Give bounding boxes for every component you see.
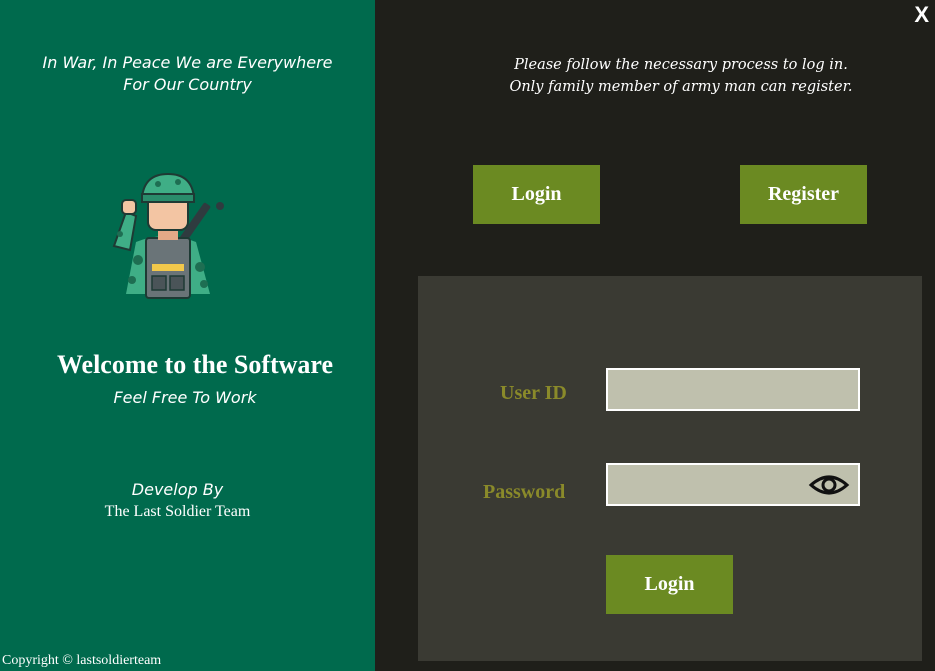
soldier-saluting-icon: [112, 172, 224, 299]
close-icon[interactable]: X: [914, 2, 929, 28]
tagline-line1: In War, In Peace We are Everywhere: [42, 53, 333, 72]
userid-label: User ID: [500, 382, 567, 404]
password-field[interactable]: [606, 463, 860, 506]
login-submit-button[interactable]: Login: [606, 555, 733, 614]
eye-icon[interactable]: [808, 471, 850, 499]
notice-line2: Only family member of army man can regis…: [509, 79, 853, 95]
tagline: In War, In Peace We are Everywhere For O…: [0, 52, 375, 96]
left-panel: In War, In Peace We are Everywhere For O…: [0, 0, 375, 671]
copyright-text: Copyright © lastsoldierteam: [2, 653, 162, 668]
tagline-line2: For Our Country: [123, 75, 252, 94]
welcome-title: Welcome to the Software: [56, 350, 334, 379]
login-form-panel: User ID Password Login: [418, 276, 922, 661]
develop-by-label: Develop By: [131, 480, 224, 499]
userid-input[interactable]: [608, 370, 858, 409]
login-tab-button[interactable]: Login: [473, 165, 600, 224]
notice-line1: Please follow the necessary process to l…: [514, 57, 848, 73]
right-panel: X Please follow the necessary process to…: [375, 0, 935, 671]
team-name: The Last Soldier Team: [104, 503, 251, 520]
register-tab-button[interactable]: Register: [740, 165, 867, 224]
welcome-subtitle: Feel Free To Work: [113, 388, 257, 407]
password-input[interactable]: [608, 465, 808, 504]
password-label: Password: [483, 481, 566, 503]
userid-field[interactable]: [606, 368, 860, 411]
login-notice: Please follow the necessary process to l…: [375, 54, 935, 98]
